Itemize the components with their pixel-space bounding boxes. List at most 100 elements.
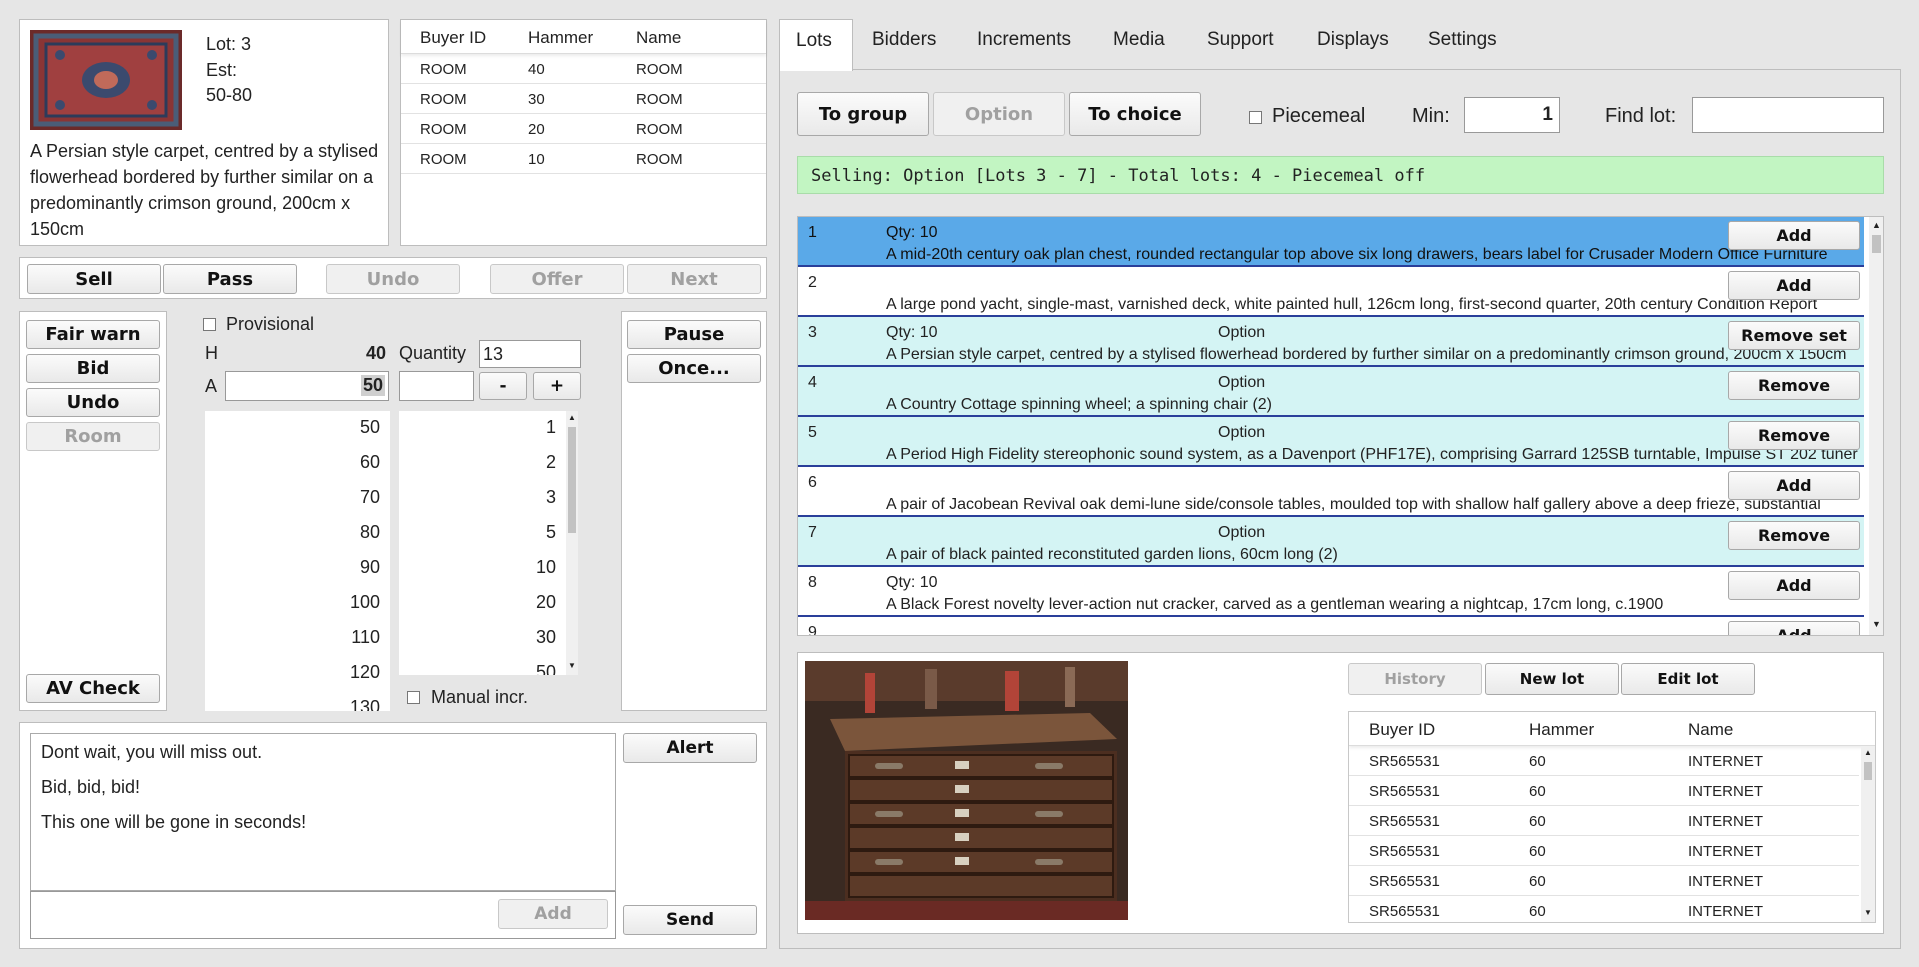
- offer-button[interactable]: Offer: [490, 264, 624, 294]
- increment-item[interactable]: 60: [360, 452, 380, 473]
- message-line[interactable]: This one will be gone in seconds!: [41, 812, 306, 833]
- lots-scroll-thumb[interactable]: [1872, 235, 1881, 253]
- table-row[interactable]: ROOM 30 ROOM: [401, 84, 766, 114]
- piecemeal-checkbox[interactable]: [1249, 111, 1262, 124]
- increment-entry-input[interactable]: [399, 371, 474, 401]
- col-hammer[interactable]: Hammer: [1529, 720, 1594, 740]
- lot-action-button[interactable]: Add: [1728, 571, 1860, 600]
- min-input[interactable]: 1: [1464, 97, 1560, 133]
- tab-displays[interactable]: Displays: [1317, 29, 1389, 51]
- message-line[interactable]: Dont wait, you will miss out.: [41, 742, 262, 763]
- increment-item[interactable]: 110: [351, 627, 380, 648]
- col-buyer-id[interactable]: Buyer ID: [1369, 720, 1435, 740]
- lot-action-button[interactable]: Remove set: [1728, 321, 1860, 350]
- to-group-button[interactable]: To group: [797, 92, 929, 136]
- pass-button[interactable]: Pass: [163, 264, 297, 294]
- manual-incr-checkbox[interactable]: [407, 691, 420, 704]
- quantity-item[interactable]: 2: [546, 452, 556, 473]
- history-button[interactable]: History: [1348, 663, 1482, 695]
- tab-support[interactable]: Support: [1207, 29, 1274, 51]
- lot-action-button[interactable]: Add: [1728, 471, 1860, 500]
- quantity-item[interactable]: 1: [546, 417, 556, 438]
- undo-bid-button[interactable]: Undo: [26, 388, 160, 417]
- send-button[interactable]: Send: [623, 905, 757, 935]
- lot-row[interactable]: 6 A pair of Jacobean Revival oak demi-lun…: [798, 467, 1864, 517]
- table-row[interactable]: SR565531 60 INTERNET: [1349, 806, 1859, 836]
- tab-settings[interactable]: Settings: [1428, 29, 1497, 51]
- increase-button[interactable]: +: [533, 372, 581, 400]
- add-message-button[interactable]: Add: [498, 899, 608, 929]
- lot-action-button[interactable]: Remove: [1728, 371, 1860, 400]
- increment-item[interactable]: 130: [350, 697, 380, 711]
- lots-list-scrollbar[interactable]: ▲ ▼: [1869, 217, 1883, 635]
- increment-item[interactable]: 80: [360, 522, 380, 543]
- table-row[interactable]: SR565531 60 INTERNET: [1349, 866, 1859, 896]
- table-row[interactable]: SR565531 60 INTERNET: [1349, 836, 1859, 866]
- new-lot-button[interactable]: New lot: [1485, 663, 1619, 695]
- quantity-input[interactable]: 13: [479, 340, 581, 368]
- lot-action-button[interactable]: Remove: [1728, 521, 1860, 550]
- lot-row[interactable]: 4 Option A Country Cottage spinning wheel;…: [798, 367, 1864, 417]
- table-row[interactable]: SR565531 60 INTERNET: [1349, 776, 1859, 806]
- asking-bid-input[interactable]: 50: [225, 371, 389, 401]
- quantity-list-scrollbar[interactable]: ▲ ▼: [566, 411, 578, 675]
- col-name[interactable]: Name: [1688, 720, 1733, 740]
- tab-increments[interactable]: Increments: [977, 29, 1071, 51]
- table-row[interactable]: ROOM 20 ROOM: [401, 114, 766, 144]
- message-line[interactable]: Bid, bid, bid!: [41, 777, 140, 798]
- quantity-item[interactable]: 5: [546, 522, 556, 543]
- increment-item[interactable]: 50: [360, 417, 380, 438]
- fair-warn-button[interactable]: Fair warn: [26, 320, 160, 349]
- bid-button[interactable]: Bid: [26, 354, 160, 383]
- scroll-up-icon[interactable]: ▲: [1864, 748, 1872, 757]
- history-scroll-thumb[interactable]: [1864, 762, 1872, 780]
- quantity-item[interactable]: 10: [536, 557, 556, 578]
- lot-row[interactable]: 8 Qty: 10 A Black Forest novelty lever-act…: [798, 567, 1864, 617]
- quantity-scroll-thumb[interactable]: [568, 427, 576, 533]
- alert-button[interactable]: Alert: [623, 733, 757, 763]
- lot-row[interactable]: 5 Option A Period High Fidelity stereophon…: [798, 417, 1864, 467]
- message-list[interactable]: Dont wait, you will miss out. Bid, bid, …: [30, 733, 616, 891]
- lot-action-button[interactable]: Add: [1728, 221, 1860, 250]
- scroll-up-icon[interactable]: ▲: [568, 413, 576, 422]
- undo-action-button[interactable]: Undo: [326, 264, 460, 294]
- lot-row[interactable]: 7 Option A pair of black painted reconstit…: [798, 517, 1864, 567]
- table-row[interactable]: SR565531 60 INTERNET: [1349, 896, 1859, 922]
- scroll-down-icon[interactable]: ▼: [1872, 619, 1881, 629]
- once-button[interactable]: Once...: [627, 354, 761, 383]
- find-lot-input[interactable]: [1692, 97, 1884, 133]
- lot-action-button[interactable]: Add: [1728, 621, 1860, 635]
- col-name[interactable]: Name: [636, 28, 681, 48]
- increment-item[interactable]: 90: [360, 557, 380, 578]
- col-hammer[interactable]: Hammer: [528, 28, 593, 48]
- sell-button[interactable]: Sell: [27, 264, 161, 294]
- lot-action-button[interactable]: Add: [1728, 271, 1860, 300]
- table-row[interactable]: ROOM 10 ROOM: [401, 144, 766, 174]
- increment-item[interactable]: 70: [360, 487, 380, 508]
- table-row[interactable]: ROOM 40 ROOM: [401, 54, 766, 84]
- tab-lots[interactable]: Lots: [779, 19, 853, 71]
- lot-row[interactable]: 9 Add: [798, 617, 1864, 635]
- next-button[interactable]: Next: [627, 264, 761, 294]
- col-buyer-id[interactable]: Buyer ID: [420, 28, 486, 48]
- option-button[interactable]: Option: [933, 92, 1065, 136]
- av-check-button[interactable]: AV Check: [26, 674, 160, 703]
- lot-row[interactable]: 2 A large pond yacht, single-mast, varnis…: [798, 267, 1864, 317]
- tab-bidders[interactable]: Bidders: [872, 29, 936, 51]
- scroll-down-icon[interactable]: ▼: [568, 661, 576, 670]
- bid-history-scrollbar[interactable]: ▲ ▼: [1861, 746, 1875, 922]
- quantity-item[interactable]: 3: [546, 487, 556, 508]
- increments-list[interactable]: 50 60 70 80 90 100 110 120 130: [205, 411, 390, 711]
- scroll-up-icon[interactable]: ▲: [1872, 220, 1881, 230]
- quantity-list[interactable]: 1 2 3 5 10 20 30 50: [399, 411, 566, 675]
- lot-row[interactable]: 1 Qty: 10 A mid-20th century oak plan ches…: [798, 217, 1864, 267]
- provisional-checkbox[interactable]: [203, 318, 216, 331]
- lot-action-button[interactable]: Remove: [1728, 421, 1860, 450]
- room-button[interactable]: Room: [26, 422, 160, 451]
- quantity-item[interactable]: 50: [536, 662, 556, 675]
- increment-item[interactable]: 120: [350, 662, 380, 683]
- increment-item[interactable]: 100: [350, 592, 380, 613]
- quantity-item[interactable]: 20: [536, 592, 556, 613]
- scroll-down-icon[interactable]: ▼: [1864, 908, 1872, 917]
- lot-row[interactable]: 3 Qty: 10 Option A Persian style carpet, ce…: [798, 317, 1864, 367]
